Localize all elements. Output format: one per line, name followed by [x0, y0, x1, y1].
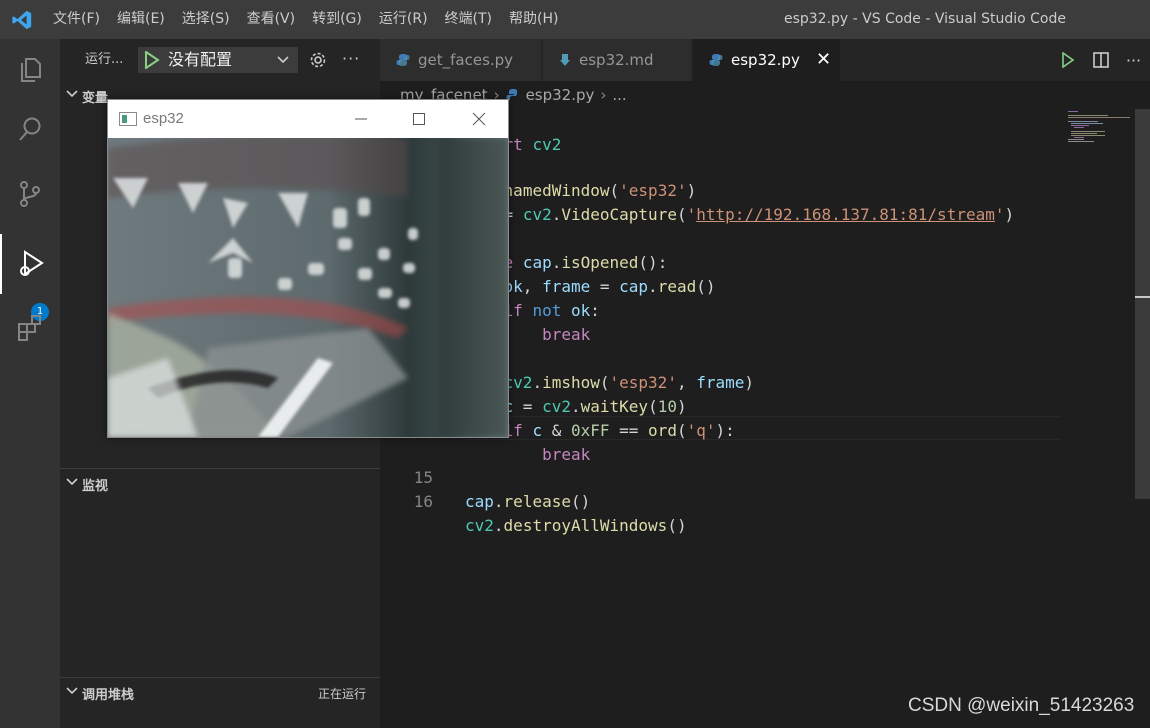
more-actions-icon[interactable]: ··· [1117, 51, 1150, 70]
section-divider [60, 468, 380, 469]
run-file-icon[interactable] [1051, 52, 1084, 68]
tab-label: esp32.py [731, 51, 800, 69]
watermark: CSDN @weixin_51423263 [908, 695, 1135, 716]
menu-edit[interactable]: 编辑(E) [108, 0, 173, 39]
menu-help[interactable]: 帮助(H) [500, 0, 566, 39]
breadcrumb-file[interactable]: esp32.py [526, 86, 595, 104]
section-divider [60, 677, 380, 678]
tab-esp32-md[interactable]: esp32.md [543, 39, 692, 81]
menu-selection[interactable]: 选择(S) [173, 0, 238, 39]
camera-frame-image [108, 138, 508, 437]
tab-label: get_faces.py [418, 51, 514, 69]
gear-icon[interactable] [309, 51, 327, 73]
extensions-icon[interactable] [0, 298, 60, 358]
code-text: cap.release() [465, 492, 591, 511]
python-icon [709, 53, 723, 67]
editor-scrollbar[interactable] [1135, 109, 1150, 499]
chevron-down-icon [60, 88, 82, 104]
url-link[interactable]: http://192.168.137.81:81/stream [696, 205, 995, 224]
minimize-icon[interactable] [336, 100, 386, 138]
code-text: cap = cv2.VideoCapture('http://192.168.1… [465, 205, 1015, 224]
app-window-icon [119, 112, 137, 130]
esp32-video-window[interactable]: esp32 [107, 99, 509, 438]
esp32-window-title: esp32 [143, 110, 184, 127]
code-text: cv2.destroyAllWindows() [465, 516, 687, 535]
breadcrumb-more[interactable]: ... [612, 86, 626, 104]
call-stack-section-header[interactable]: 调用堆栈 正在运行 [60, 682, 380, 704]
menu-bar: 文件(F) 编辑(E) 选择(S) 查看(V) 转到(G) 运行(R) 终端(T… [44, 0, 566, 39]
python-icon [396, 53, 410, 67]
debug-toolbar: 运行... 没有配置 ··· [60, 39, 380, 81]
call-stack-status: 正在运行 [317, 686, 366, 701]
chevron-down-icon [60, 685, 82, 701]
variables-section-title: 变量 [82, 90, 109, 106]
window-title-text: esp32.py - VS Code - Visual Studio Code [783, 11, 1067, 27]
split-editor-icon[interactable] [1084, 51, 1117, 69]
run-debug-icon[interactable] [0, 234, 60, 294]
markdown-icon [559, 53, 571, 67]
title-bar: 文件(F) 编辑(E) 选择(S) 查看(V) 转到(G) 运行(R) 终端(T… [0, 0, 1150, 39]
launch-config-value: 没有配置 [168, 50, 233, 69]
line-number: 16 [413, 492, 433, 511]
explorer-icon[interactable] [0, 39, 60, 99]
maximize-icon[interactable] [394, 100, 444, 138]
menu-view[interactable]: 查看(V) [238, 0, 304, 39]
code-line: 15 cap.release() [380, 442, 1060, 511]
code-line: 16 cv2.destroyAllWindows() [380, 466, 1060, 535]
minimap[interactable] [1065, 109, 1135, 149]
tab-label: esp32.md [579, 51, 654, 69]
tab-get-faces[interactable]: get_faces.py [380, 39, 542, 81]
chevron-down-icon [60, 476, 82, 492]
vscode-logo-icon [0, 0, 44, 39]
close-tab-icon[interactable]: ✕ [816, 49, 831, 70]
close-icon[interactable] [454, 100, 504, 138]
menu-go[interactable]: 转到(G) [303, 0, 370, 39]
chevron-right-icon: › [600, 86, 607, 104]
esp32-window-titlebar[interactable]: esp32 [108, 100, 508, 138]
activity-bar: 1 [0, 39, 60, 728]
watch-section-title: 监视 [82, 478, 109, 494]
source-control-icon[interactable] [0, 164, 60, 224]
menu-run[interactable]: 运行(R) [370, 0, 436, 39]
scrollbar-marker [1135, 296, 1150, 298]
start-debugging-icon[interactable] [144, 50, 160, 73]
run-label: 运行... [85, 52, 124, 67]
chevron-down-icon [276, 53, 290, 71]
menu-file[interactable]: 文件(F) [44, 0, 108, 39]
editor-tab-bar: get_faces.py esp32.md esp32.py ✕ ··· [380, 39, 1150, 81]
launch-config-select[interactable]: 没有配置 [138, 47, 298, 73]
watch-section-header[interactable]: 监视 [60, 473, 380, 495]
editor-actions: ··· [1051, 39, 1150, 81]
more-actions-icon[interactable]: ··· [342, 49, 360, 68]
call-stack-section-title: 调用堆栈 [82, 687, 135, 703]
menu-terminal[interactable]: 终端(T) [436, 0, 500, 39]
search-icon[interactable] [0, 99, 60, 159]
